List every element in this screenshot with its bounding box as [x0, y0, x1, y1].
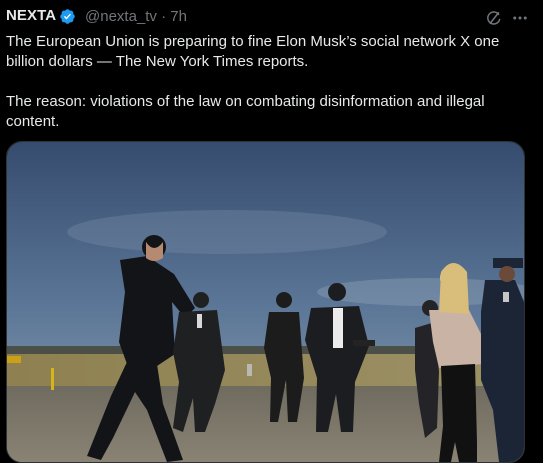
separator-dot: · — [161, 8, 167, 25]
tweet-paragraph-1: The European Union is preparing to fine … — [6, 33, 500, 70]
tweet-text: The European Union is preparing to fine … — [6, 32, 526, 132]
author-name[interactable]: NEXTA — [6, 7, 56, 24]
tweet-photo[interactable] — [6, 141, 525, 463]
verified-badge-icon[interactable] — [59, 8, 76, 25]
tweet-paragraph-2: The reason: violations of the law on com… — [6, 93, 485, 130]
handle-and-time[interactable]: @nexta_tv · 7h — [85, 8, 187, 25]
airport-tarmac-photo — [7, 142, 524, 462]
author-handle[interactable]: @nexta_tv — [85, 8, 157, 25]
grok-icon[interactable] — [485, 9, 503, 27]
tweet-header: NEXTA @nexta_tv · 7h — [6, 6, 533, 28]
more-options-icon[interactable] — [511, 9, 529, 27]
post-time[interactable]: 7h — [170, 8, 187, 25]
